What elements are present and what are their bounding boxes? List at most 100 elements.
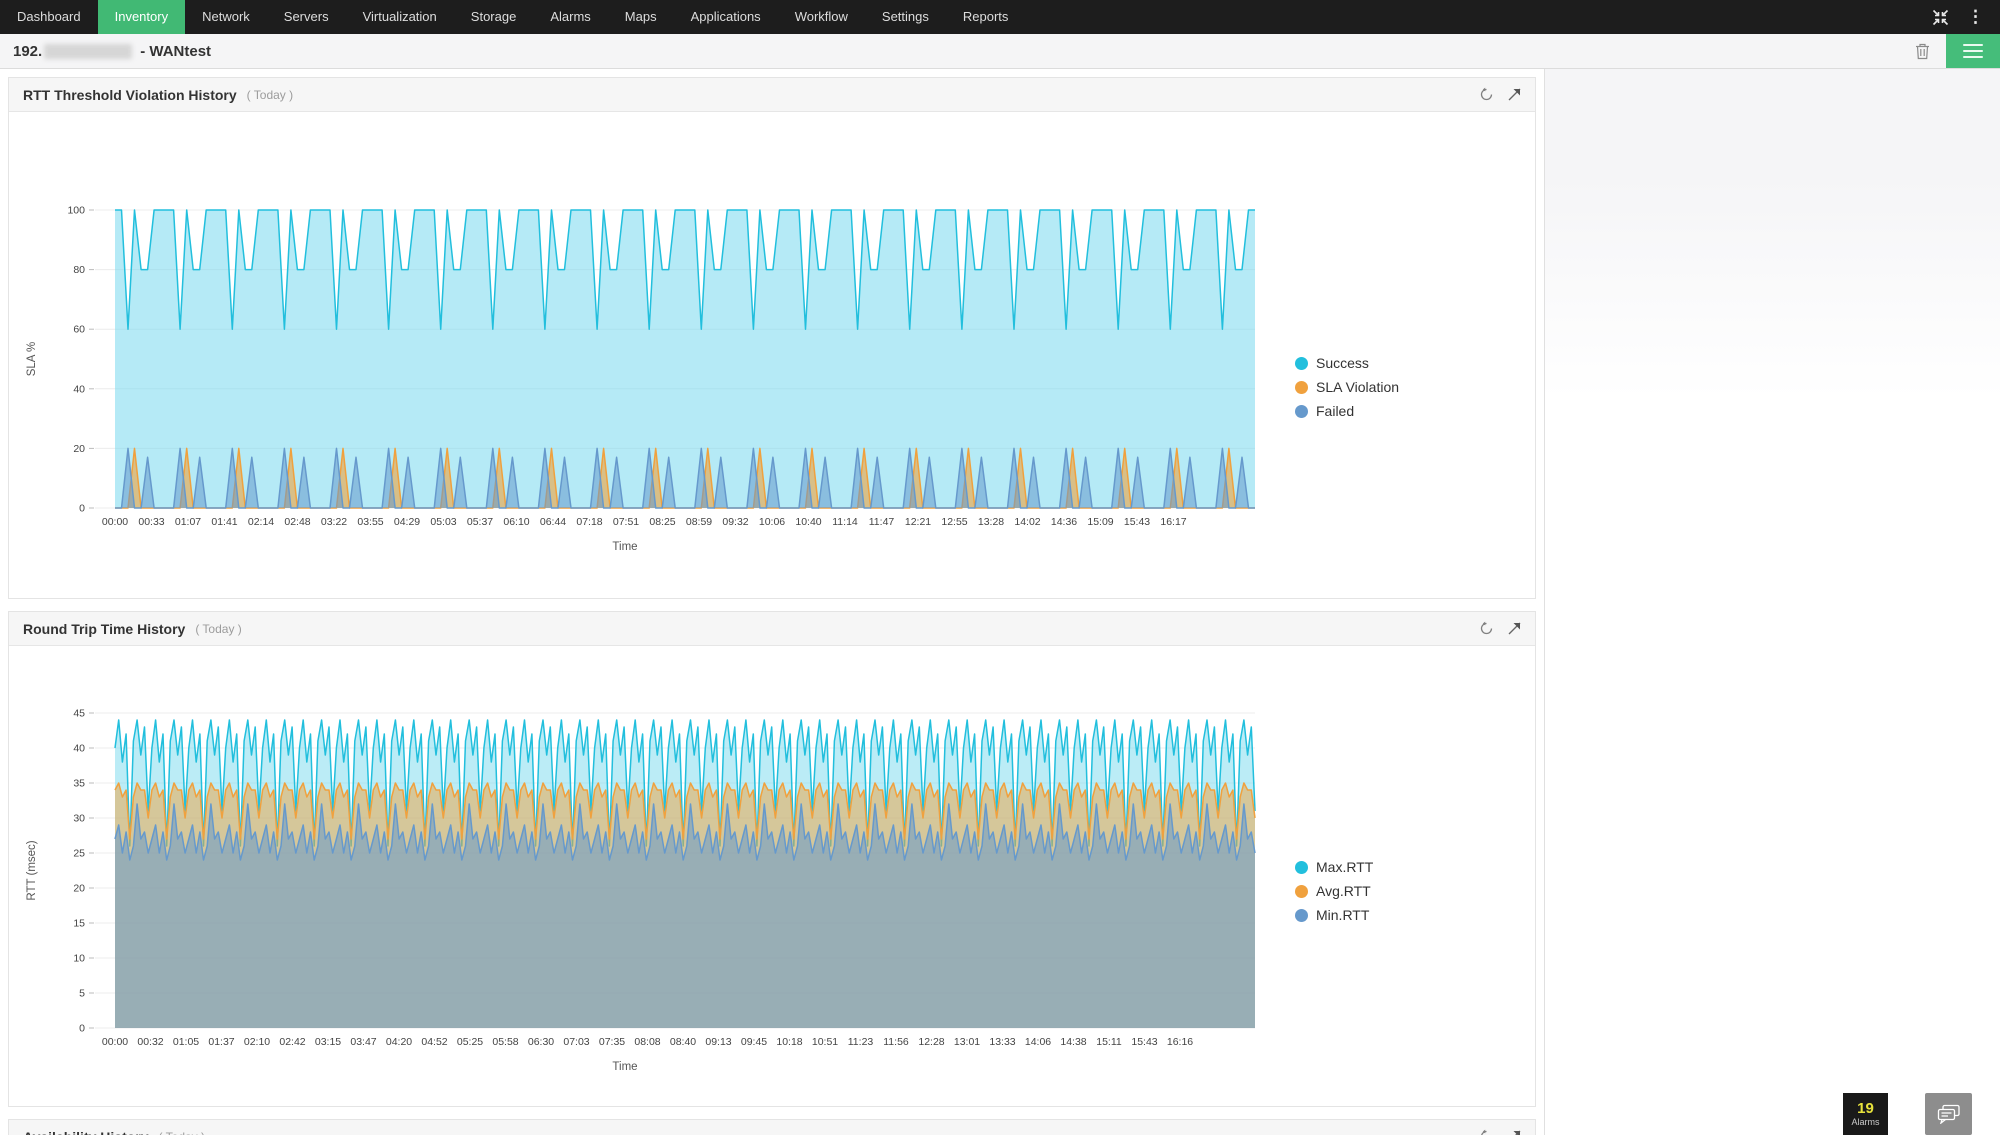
- x-tick-label: 03:22: [321, 516, 347, 528]
- x-tick-label: 00:00: [102, 516, 128, 528]
- device-ip-redacted: [44, 44, 132, 59]
- collapse-icon[interactable]: [1932, 9, 1949, 26]
- x-tick-label: 11:23: [848, 1036, 874, 1048]
- x-tick-label: 07:35: [599, 1036, 625, 1048]
- x-tick-label: 07:18: [576, 516, 602, 528]
- x-tick-label: 02:10: [244, 1036, 270, 1048]
- panel-round-trip-time: Round Trip Time History ( Today ): [8, 611, 1536, 1107]
- legend-item-sla-violation[interactable]: SLA Violation: [1295, 379, 1399, 395]
- y-axis-title: RTT (msec): [26, 840, 38, 900]
- panel-header: RTT Threshold Violation History ( Today …: [9, 78, 1535, 112]
- nav-item-reports[interactable]: Reports: [946, 0, 1026, 34]
- content-area: RTT Threshold Violation History ( Today …: [0, 69, 2000, 1135]
- x-tick-label: 00:33: [138, 516, 164, 528]
- x-tick-label: 15:43: [1131, 1036, 1157, 1048]
- y-tick-label: 35: [73, 778, 85, 790]
- nav-item-settings[interactable]: Settings: [865, 0, 946, 34]
- refresh-icon[interactable]: [1479, 621, 1494, 636]
- legend-item-max-rtt[interactable]: Max.RTT: [1295, 859, 1373, 875]
- x-tick-label: 15:11: [1096, 1036, 1122, 1048]
- panel-title: Availability History: [23, 1129, 149, 1135]
- x-tick-label: 09:32: [722, 516, 748, 528]
- delete-device-icon[interactable]: [1915, 43, 1930, 60]
- nav-item-virtualization[interactable]: Virtualization: [346, 0, 454, 34]
- legend-item-avg-rtt[interactable]: Avg.RTT: [1295, 883, 1373, 899]
- x-tick-label: 04:20: [386, 1036, 412, 1048]
- legend-item-failed[interactable]: Failed: [1295, 403, 1399, 419]
- nav-item-alarms[interactable]: Alarms: [533, 0, 607, 34]
- legend-label: Min.RTT: [1316, 907, 1369, 923]
- x-tick-label: 10:51: [812, 1036, 838, 1048]
- y-tick-label: 100: [67, 205, 85, 217]
- expand-icon[interactable]: [1508, 622, 1521, 635]
- x-tick-label: 00:32: [137, 1036, 163, 1048]
- x-tick-label: 08:40: [670, 1036, 696, 1048]
- x-tick-label: 02:48: [284, 516, 310, 528]
- more-options-icon[interactable]: ⋮: [1967, 0, 1984, 34]
- nav-item-servers[interactable]: Servers: [267, 0, 346, 34]
- device-title: 192. - WANtest: [13, 43, 211, 60]
- y-tick-label: 0: [79, 1023, 85, 1035]
- main-column: RTT Threshold Violation History ( Today …: [0, 69, 1544, 1135]
- expand-icon[interactable]: [1508, 88, 1521, 101]
- x-tick-label: 08:59: [686, 516, 712, 528]
- x-tick-label: 05:03: [430, 516, 456, 528]
- nav-item-network[interactable]: Network: [185, 0, 267, 34]
- x-tick-label: 14:36: [1051, 516, 1077, 528]
- device-ip-prefix: 192.: [13, 43, 42, 60]
- x-axis-title: Time: [612, 1061, 637, 1073]
- x-tick-label: 06:30: [528, 1036, 554, 1048]
- feedback-chat-button[interactable]: [1925, 1093, 1972, 1135]
- x-tick-label: 02:42: [279, 1036, 305, 1048]
- rtt-threshold-violation-chart: 02040608010000:0000:3301:0701:4102:1402:…: [15, 198, 1260, 558]
- panel-period: ( Today ): [195, 622, 241, 636]
- x-tick-label: 04:29: [394, 516, 420, 528]
- legend-dot: [1295, 909, 1308, 922]
- x-tick-label: 02:14: [248, 516, 274, 528]
- x-tick-label: 09:13: [705, 1036, 731, 1048]
- x-tick-label: 14:06: [1025, 1036, 1051, 1048]
- legend-dot: [1295, 861, 1308, 874]
- y-tick-label: 20: [73, 443, 85, 455]
- right-side-pane: [1544, 69, 2000, 1135]
- y-tick-label: 80: [73, 264, 85, 276]
- x-tick-label: 11:56: [883, 1036, 909, 1048]
- x-tick-label: 03:15: [315, 1036, 341, 1048]
- x-tick-label: 05:37: [467, 516, 493, 528]
- rtt-threshold-chart-legend: Success SLA Violation Failed: [1295, 355, 1399, 427]
- chat-bubbles-icon: [1937, 1104, 1961, 1124]
- x-tick-label: 12:55: [941, 516, 967, 528]
- alarms-badge[interactable]: 19 Alarms: [1843, 1093, 1888, 1135]
- nav-item-maps[interactable]: Maps: [608, 0, 674, 34]
- x-tick-label: 15:43: [1124, 516, 1150, 528]
- nav-item-storage[interactable]: Storage: [454, 0, 534, 34]
- y-tick-label: 0: [79, 503, 85, 515]
- x-tick-label: 10:40: [795, 516, 821, 528]
- x-tick-label: 09:45: [741, 1036, 767, 1048]
- y-tick-label: 40: [73, 383, 85, 395]
- alarm-count-label: Alarms: [1851, 1117, 1879, 1128]
- panel-header: Availability History ( Today ): [9, 1120, 1535, 1135]
- refresh-icon[interactable]: [1479, 1129, 1494, 1135]
- legend-item-success[interactable]: Success: [1295, 355, 1399, 371]
- legend-label: Avg.RTT: [1316, 883, 1371, 899]
- x-tick-label: 01:07: [175, 516, 201, 528]
- legend-item-min-rtt[interactable]: Min.RTT: [1295, 907, 1373, 923]
- round-trip-time-chart-body: 05101520253035404500:0000:3201:0501:3702…: [9, 646, 1535, 1106]
- legend-label: SLA Violation: [1316, 379, 1399, 395]
- x-tick-label: 04:52: [421, 1036, 447, 1048]
- nav-item-workflow[interactable]: Workflow: [778, 0, 865, 34]
- nav-item-dashboard[interactable]: Dashboard: [0, 0, 98, 34]
- x-tick-label: 11:14: [832, 516, 858, 528]
- hamburger-menu-button[interactable]: [1946, 34, 2000, 68]
- panel-availability-history: Availability History ( Today ): [8, 1119, 1536, 1135]
- expand-icon[interactable]: [1508, 1130, 1521, 1135]
- nav-item-inventory[interactable]: Inventory: [98, 0, 185, 34]
- x-tick-label: 01:37: [208, 1036, 234, 1048]
- alarm-count: 19: [1857, 1101, 1874, 1117]
- y-tick-label: 5: [79, 988, 85, 1000]
- y-axis-title: SLA %: [26, 342, 38, 377]
- x-tick-label: 13:33: [989, 1036, 1015, 1048]
- refresh-icon[interactable]: [1479, 87, 1494, 102]
- nav-item-applications[interactable]: Applications: [674, 0, 778, 34]
